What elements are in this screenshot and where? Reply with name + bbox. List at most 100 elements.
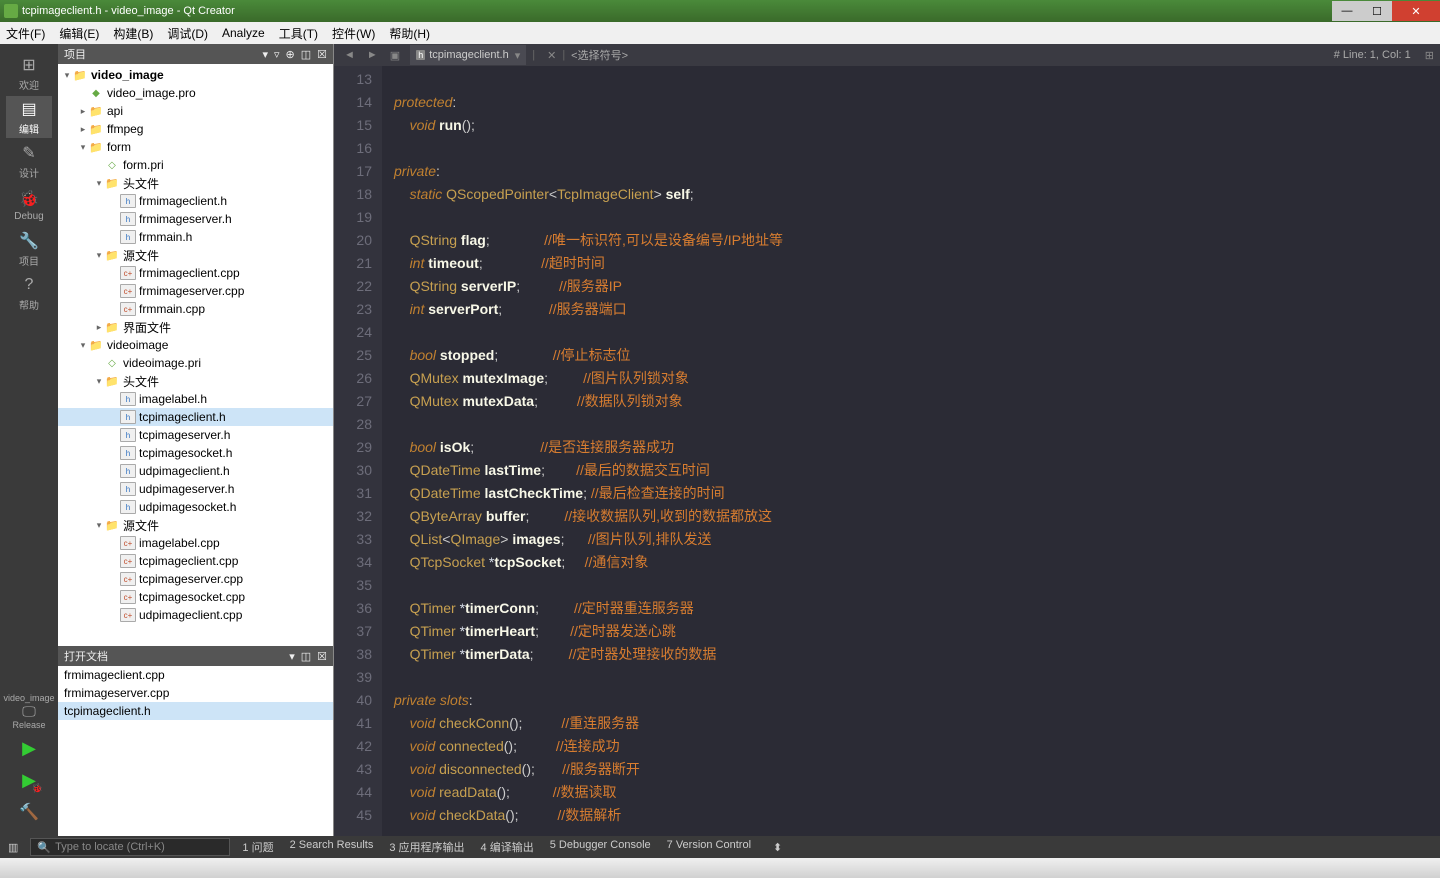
menu-item[interactable]: 控件(W) xyxy=(332,25,375,42)
tree-item[interactable]: ▾📁源文件 xyxy=(58,516,333,534)
tree-item[interactable]: ▾📁form xyxy=(58,138,333,156)
mode-项目[interactable]: 🔧项目 xyxy=(6,228,52,270)
mode-icon: 🐞 xyxy=(19,189,39,209)
run-button[interactable]: ▶ xyxy=(13,734,45,762)
mode-编辑[interactable]: ▤编辑 xyxy=(6,96,52,138)
close-button[interactable]: ✕ xyxy=(1392,1,1440,21)
tree-item[interactable]: ▾📁头文件 xyxy=(58,372,333,390)
tree-item[interactable]: hudpimagesocket.h xyxy=(58,498,333,516)
tree-item[interactable]: ◆video_image.pro xyxy=(58,84,333,102)
menu-item[interactable]: 文件(F) xyxy=(6,25,45,42)
tree-item[interactable]: htcpimagesocket.h xyxy=(58,444,333,462)
minimize-button[interactable]: — xyxy=(1332,1,1362,21)
tree-item[interactable]: ▸📁api xyxy=(58,102,333,120)
code-content[interactable]: protected: void run(); private: static Q… xyxy=(382,66,1440,836)
expand-icon[interactable]: ⬍ xyxy=(773,841,782,854)
expand-icon[interactable]: ▾ xyxy=(78,340,88,351)
tree-item[interactable]: c+tcpimageserver.cpp xyxy=(58,570,333,588)
tree-item[interactable]: ▸📁界面文件 xyxy=(58,318,333,336)
tree-item[interactable]: ▾📁videoimage xyxy=(58,336,333,354)
open-doc-item[interactable]: frmimageserver.cpp xyxy=(58,684,333,702)
dropdown-icon[interactable]: ▾ xyxy=(289,650,295,663)
locator-input[interactable]: 🔍 Type to locate (Ctrl+K) xyxy=(30,838,230,856)
tree-item[interactable]: hfrmimageclient.h xyxy=(58,192,333,210)
filter-icon[interactable]: ▾ xyxy=(262,48,268,61)
mode-欢迎[interactable]: ⊞欢迎 xyxy=(6,52,52,94)
tree-item[interactable]: htcpimageclient.h xyxy=(58,408,333,426)
tree-item[interactable]: himagelabel.h xyxy=(58,390,333,408)
output-pane-button[interactable]: 4 编译输出 xyxy=(481,839,534,855)
tree-item[interactable]: hudpimageclient.h xyxy=(58,462,333,480)
sync-icon[interactable]: ⊕ xyxy=(286,48,295,61)
expand-icon[interactable]: ▾ xyxy=(62,70,72,81)
line-col-indicator[interactable]: # Line: 1, Col: 1 xyxy=(1334,49,1411,61)
tree-item[interactable]: c+frmimageclient.cpp xyxy=(58,264,333,282)
menu-item[interactable]: 工具(T) xyxy=(279,25,318,42)
close-tab-icon[interactable]: ✕ xyxy=(547,49,556,62)
forward-button[interactable]: ► xyxy=(361,49,384,61)
mode-设计[interactable]: ✎设计 xyxy=(6,140,52,182)
project-tree[interactable]: ▾📁video_image◆video_image.pro▸📁api▸📁ffmp… xyxy=(58,64,333,646)
editor-tab[interactable]: h tcpimageclient.h ▾ xyxy=(410,45,526,65)
tree-item[interactable]: hfrmmain.h xyxy=(58,228,333,246)
open-doc-item[interactable]: frmimageclient.cpp xyxy=(58,666,333,684)
split-icon[interactable]: ◫ xyxy=(301,48,311,61)
maximize-button[interactable]: ☐ xyxy=(1362,1,1392,21)
build-button[interactable]: 🔨 xyxy=(13,798,45,826)
target-selector[interactable]: video_image 🖵 Release xyxy=(13,693,45,730)
expand-icon[interactable]: ▾ xyxy=(78,142,88,153)
code-editor[interactable]: 1314151617181920212223242526272829303132… xyxy=(334,66,1440,836)
tree-item[interactable]: c+tcpimageclient.cpp xyxy=(58,552,333,570)
output-pane-button[interactable]: 7 Version Control xyxy=(667,839,751,855)
tree-item[interactable]: ▾📁video_image xyxy=(58,66,333,84)
menu-item[interactable]: Analyze xyxy=(222,26,265,40)
tree-item[interactable]: c+frmmain.cpp xyxy=(58,300,333,318)
tree-item[interactable]: ◇videoimage.pri xyxy=(58,354,333,372)
close-panel-icon[interactable]: ☒ xyxy=(317,48,327,61)
tree-label: ffmpeg xyxy=(107,122,143,136)
tree-item[interactable]: hudpimageserver.h xyxy=(58,480,333,498)
output-pane-button[interactable]: 3 应用程序输出 xyxy=(389,839,464,855)
output-pane-button[interactable]: 2 Search Results xyxy=(290,839,374,855)
menu-item[interactable]: 构建(B) xyxy=(113,25,153,42)
mode-Debug[interactable]: 🐞Debug xyxy=(6,184,52,226)
expand-icon[interactable]: ▾ xyxy=(94,178,104,189)
menu-item[interactable]: 帮助(H) xyxy=(389,25,430,42)
split-editor-icon[interactable]: ⊞ xyxy=(1419,49,1440,62)
tree-item[interactable]: ▸📁ffmpeg xyxy=(58,120,333,138)
output-pane-button[interactable]: 5 Debugger Console xyxy=(550,839,651,855)
mode-帮助[interactable]: ?帮助 xyxy=(6,272,52,314)
tree-item[interactable]: ▾📁源文件 xyxy=(58,246,333,264)
tree-item[interactable]: ▾📁头文件 xyxy=(58,174,333,192)
output-pane-button[interactable]: 1 问题 xyxy=(242,839,273,855)
tree-item[interactable]: c+udpimageclient.cpp xyxy=(58,606,333,624)
back-button[interactable]: ◄ xyxy=(338,49,361,61)
filter-icon[interactable]: ▿ xyxy=(274,48,280,61)
menu-item[interactable]: 编辑(E) xyxy=(59,25,99,42)
expand-icon[interactable]: ▸ xyxy=(78,106,88,117)
open-doc-item[interactable]: tcpimageclient.h xyxy=(58,702,333,720)
close-panel-icon[interactable]: ☒ xyxy=(317,650,327,663)
bookmark-icon[interactable]: ▣ xyxy=(384,49,406,62)
dropdown-icon[interactable]: ▾ xyxy=(515,49,521,62)
expand-icon[interactable]: ▸ xyxy=(78,124,88,135)
debug-run-button[interactable]: ▶🐞 xyxy=(13,766,45,794)
window-title: tcpimageclient.h - video_image - Qt Crea… xyxy=(22,5,235,17)
output-pane-toggle-icon[interactable]: ▥ xyxy=(8,841,18,854)
tree-item[interactable]: c+frmimageserver.cpp xyxy=(58,282,333,300)
open-docs-list[interactable]: frmimageclient.cppfrmimageserver.cpptcpi… xyxy=(58,666,333,836)
tree-item[interactable]: c+tcpimagesocket.cpp xyxy=(58,588,333,606)
expand-icon[interactable]: ▾ xyxy=(94,376,104,387)
split-icon[interactable]: ◫ xyxy=(301,650,311,663)
expand-icon[interactable]: ▾ xyxy=(94,520,104,531)
project-panel-title: 项目 xyxy=(64,46,86,62)
tree-item[interactable]: hfrmimageserver.h xyxy=(58,210,333,228)
tree-item[interactable]: c+imagelabel.cpp xyxy=(58,534,333,552)
tree-item[interactable]: htcpimageserver.h xyxy=(58,426,333,444)
mode-icon: ? xyxy=(19,275,39,295)
symbol-selector[interactable]: <选择符号> xyxy=(571,47,628,63)
menu-item[interactable]: 调试(D) xyxy=(167,25,208,42)
expand-icon[interactable]: ▾ xyxy=(94,250,104,261)
expand-icon[interactable]: ▸ xyxy=(94,322,104,333)
tree-item[interactable]: ◇form.pri xyxy=(58,156,333,174)
